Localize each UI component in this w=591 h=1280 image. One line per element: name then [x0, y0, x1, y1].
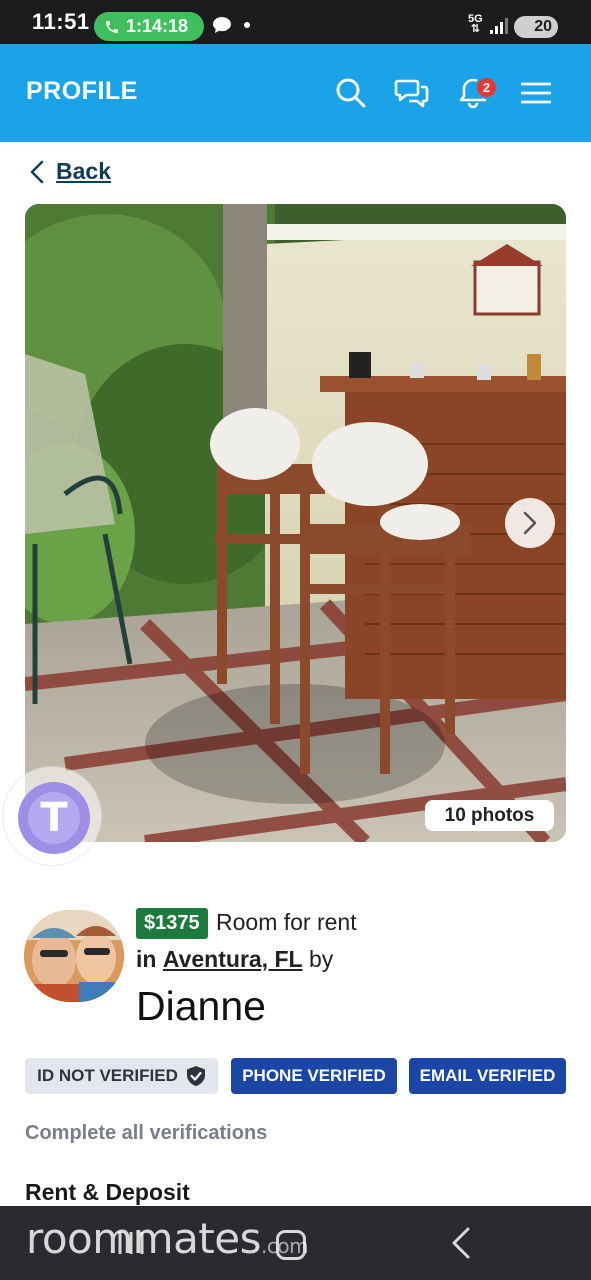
listing-photo[interactable]	[25, 204, 566, 842]
messages-button[interactable]	[393, 74, 431, 112]
call-timer: 1:14:18	[126, 16, 189, 36]
call-indicator[interactable]: 1:14:18	[94, 12, 204, 41]
system-navigation-bar: roommates.com	[0, 1206, 591, 1280]
chevron-left-icon	[30, 160, 44, 183]
email-verified-chip[interactable]: EMAIL VERIFIED	[409, 1058, 566, 1094]
search-button[interactable]	[332, 74, 370, 112]
owner-photo	[24, 910, 124, 1002]
phone-verified-label: PHONE VERIFIED	[242, 1066, 386, 1085]
owner-name[interactable]: Dianne	[136, 983, 266, 1030]
page-title: PROFILE	[26, 77, 138, 105]
search-icon	[336, 78, 366, 108]
chevron-right-icon	[523, 511, 537, 535]
id-verification-chip[interactable]: ID NOT VERIFIED	[25, 1058, 218, 1094]
email-verified-label: EMAIL VERIFIED	[419, 1066, 556, 1085]
notification-count-badge: 2	[475, 76, 498, 99]
watermark-brand: roommates	[26, 1214, 262, 1263]
notification-dot	[244, 22, 250, 28]
assistant-avatar: T	[18, 782, 90, 854]
status-bar: 11:51 1:14:18 5G ⇅ 20	[0, 0, 591, 44]
signal-icon	[490, 18, 508, 34]
listing-location-line: in Aventura, FL by	[136, 946, 333, 973]
back-link[interactable]: Back	[30, 158, 111, 185]
watermark-suffix: .com	[261, 1234, 309, 1258]
status-time: 11:51	[32, 9, 90, 34]
back-label: Back	[56, 158, 111, 184]
price-badge: $1375	[136, 908, 208, 939]
roommates-watermark: roommates.com	[26, 1214, 309, 1263]
system-back-icon[interactable]	[450, 1226, 472, 1260]
shield-check-icon	[186, 1066, 205, 1086]
location-prefix: in	[136, 946, 157, 972]
chat-bubbles-icon	[394, 79, 429, 108]
phone-icon	[106, 20, 118, 33]
next-photo-button[interactable]	[505, 498, 555, 548]
id-verification-label: ID NOT VERIFIED	[37, 1066, 178, 1085]
listing-type: Room for rent	[216, 909, 357, 935]
complete-verifications-prompt: Complete all verifications	[25, 1122, 268, 1144]
menu-button[interactable]	[517, 74, 555, 112]
app-header: PROFILE 2	[0, 44, 591, 142]
battery-indicator: 20	[514, 16, 558, 38]
rent-deposit-heading: Rent & Deposit	[25, 1179, 190, 1205]
patio-bar-photo	[25, 204, 566, 842]
chat-notification-icon	[213, 17, 231, 33]
network-5g-icon: 5G ⇅	[468, 13, 483, 35]
location-link[interactable]: Aventura, FL	[163, 946, 303, 972]
hamburger-menu-icon	[521, 82, 551, 104]
photo-count-badge[interactable]: 10 photos	[425, 800, 554, 831]
phone-verified-chip[interactable]: PHONE VERIFIED	[231, 1058, 397, 1094]
assistant-letter: T	[28, 792, 80, 844]
location-suffix: by	[308, 946, 334, 972]
floating-assistant-bubble[interactable]: T	[2, 766, 102, 866]
owner-avatar[interactable]	[24, 910, 124, 1002]
